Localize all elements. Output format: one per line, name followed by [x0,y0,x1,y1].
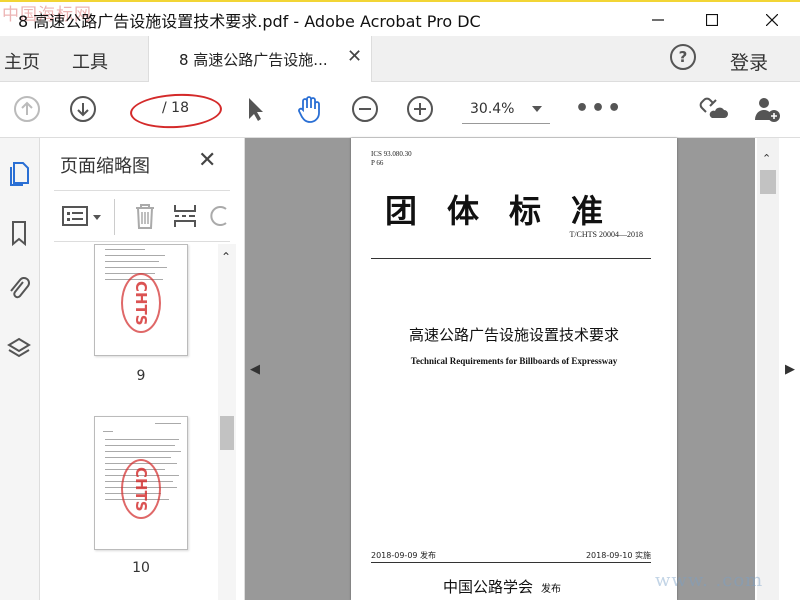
scroll-thumb[interactable] [220,416,234,450]
add-user-icon [755,98,780,122]
pages-icon [10,162,29,186]
left-navigation-rail [0,138,40,600]
trash-icon[interactable] [132,201,158,231]
close-window-button[interactable] [750,6,794,34]
divider [371,562,651,563]
scroll-up-icon[interactable]: ⌃ [221,250,231,264]
thumbnails-panel: 页面缩略图 ✕ CHTS 9 CHTS 10 ⌃ [40,138,245,600]
document-page: ICS 93.080.30 P 66 团体标准 T/CHTS 20004—201… [351,138,677,600]
extract-page-icon[interactable] [172,201,198,231]
divider [371,258,651,259]
plus-circle-icon [407,96,433,122]
hand-tool-button[interactable] [294,94,324,124]
english-title: Technical Requirements for Billboards of… [410,356,618,366]
scroll-up-icon[interactable]: ⌃ [762,152,771,165]
layers-button[interactable] [4,334,34,364]
previous-page-button[interactable] [12,94,42,124]
thumbnail-scrollbar[interactable]: ⌃ [218,244,236,600]
stamp-seal: CHTS [121,273,161,333]
minimize-icon [652,19,664,21]
maximize-button[interactable] [690,6,734,34]
maximize-icon [706,14,718,26]
implement-date: 2018-09-10 实施 [585,551,651,560]
paperclip-icon [10,277,30,299]
zoom-value: 30.4% [470,101,515,117]
bookmark-icon [12,221,26,247]
bookmarks-button[interactable] [4,218,34,248]
zoom-dropdown[interactable]: 30.4% [462,100,550,124]
arrow-up-icon [14,96,40,122]
tab-document[interactable]: 8 高速公路广告设施... ✕ [148,36,372,82]
page-thumbnail[interactable]: CHTS [94,244,188,356]
watermark-bottom: www. .com [655,570,764,591]
help-icon[interactable]: ? [670,44,696,70]
publisher-name: 中国公路学会 [443,578,534,596]
toolbar: / 18 30.4% ••• [0,82,800,138]
options-menu-icon[interactable] [62,205,106,229]
panel-title: 页面缩略图 [60,156,150,177]
collapse-left-panel-icon[interactable]: ◀ [250,362,260,377]
page-thumbnails-button[interactable] [4,158,34,188]
document-tab-title: 8 高速公路广告设施... [179,51,328,69]
stamp-seal: CHTS [121,459,161,519]
arrow-down-icon [70,96,96,122]
scroll-thumb[interactable] [760,170,776,194]
close-panel-icon[interactable]: ✕ [198,148,216,173]
standard-heading: 团体标准 [385,192,634,230]
title-bar: 中国海标网 8 高速公路广告设施设置技术要求.pdf - Adobe Acrob… [0,0,800,36]
cursor-arrow-icon [249,98,263,121]
close-icon [766,14,778,26]
publisher: 中国公路学会 发布 [443,576,561,597]
expand-right-panel-icon[interactable]: ▶ [785,362,795,377]
chinese-title: 高速公路广告设施设置技术要求 [408,326,619,344]
zoom-in-button[interactable] [405,94,435,124]
select-tool-button[interactable] [240,94,270,124]
zoom-out-button[interactable] [350,94,380,124]
ics-code: ICS 93.080.30 P 66 [371,150,412,168]
share-link-button[interactable] [698,94,728,124]
page-thumbnail[interactable]: CHTS [94,416,188,550]
publish-date: 2018-09-09 发布 [371,551,437,560]
minimize-button[interactable] [636,6,680,34]
login-button[interactable]: 登录 [730,48,768,75]
close-tab-icon[interactable]: ✕ [347,46,362,67]
tab-tools[interactable]: 工具 [72,48,108,74]
window-title: 8 高速公路广告设施设置技术要求.pdf - Adobe Acrobat Pro… [18,12,481,31]
rotate-icon[interactable] [210,201,230,231]
publisher-suffix: 发布 [541,584,562,595]
tab-home[interactable]: 主页 [4,48,40,74]
panel-toolbar [54,190,230,242]
p-code: P 66 [371,159,384,167]
chevron-down-icon [532,106,542,112]
layers-icon [7,337,31,358]
thumbnail-list: CHTS 9 CHTS 10 [40,244,218,600]
next-page-button[interactable] [68,94,98,124]
document-scrollbar[interactable]: ⌃ [757,138,779,600]
thumbnail-page-number: 10 [132,560,150,576]
add-user-button[interactable] [752,94,782,124]
attachments-button[interactable] [4,274,34,304]
thumbnail-page-number: 9 [136,368,146,384]
standard-number: T/CHTS 20004—2018 [569,230,643,239]
ics-number: ICS 93.080.30 [371,150,412,158]
link-cloud-icon [699,97,728,118]
hand-icon [298,96,320,123]
minus-circle-icon [352,96,378,122]
tab-bar: 主页 工具 8 高速公路广告设施... ✕ ? 登录 [0,36,800,82]
more-tools-icon[interactable]: ••• [575,96,623,121]
